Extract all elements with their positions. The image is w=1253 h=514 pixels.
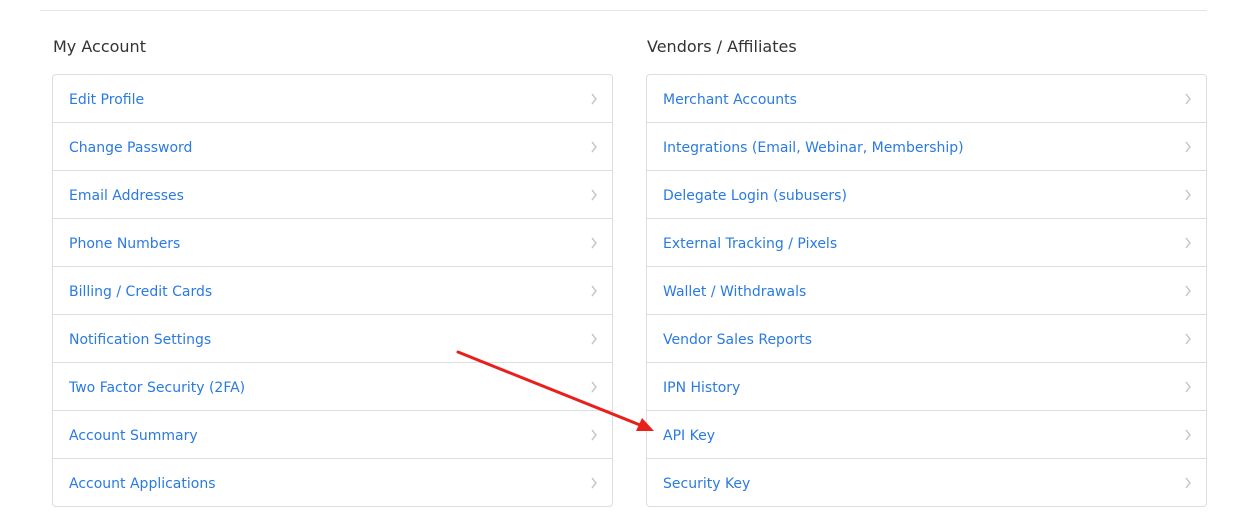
chevron-right-icon: [590, 123, 598, 170]
list-item-two-factor-security[interactable]: Two Factor Security (2FA): [53, 363, 612, 411]
list-item-account-summary[interactable]: Account Summary: [53, 411, 612, 459]
chevron-right-icon: [590, 459, 598, 506]
chevron-right-icon: [590, 363, 598, 410]
account-summary-link[interactable]: Account Summary: [69, 428, 198, 444]
ipn-history-link[interactable]: IPN History: [663, 380, 740, 396]
edit-profile-link[interactable]: Edit Profile: [69, 92, 144, 108]
chevron-right-icon: [1184, 411, 1192, 458]
list-item-email-addresses[interactable]: Email Addresses: [53, 171, 612, 219]
chevron-right-icon: [1184, 123, 1192, 170]
list-item-api-key[interactable]: API Key: [647, 411, 1206, 459]
billing-credit-cards-link[interactable]: Billing / Credit Cards: [69, 284, 212, 300]
chevron-right-icon: [590, 315, 598, 362]
vendors-affiliates-heading: Vendors / Affiliates: [647, 37, 797, 56]
list-item-wallet-withdrawals[interactable]: Wallet / Withdrawals: [647, 267, 1206, 315]
list-item-external-tracking[interactable]: External Tracking / Pixels: [647, 219, 1206, 267]
chevron-right-icon: [1184, 363, 1192, 410]
list-item-vendor-sales-reports[interactable]: Vendor Sales Reports: [647, 315, 1206, 363]
security-key-link[interactable]: Security Key: [663, 476, 750, 492]
list-item-security-key[interactable]: Security Key: [647, 459, 1206, 506]
notification-settings-link[interactable]: Notification Settings: [69, 332, 211, 348]
chevron-right-icon: [590, 219, 598, 266]
list-item-change-password[interactable]: Change Password: [53, 123, 612, 171]
account-settings-page: My Account Edit Profile Change Password …: [0, 0, 1253, 514]
chevron-right-icon: [1184, 171, 1192, 218]
chevron-right-icon: [1184, 315, 1192, 362]
list-item-notification-settings[interactable]: Notification Settings: [53, 315, 612, 363]
api-key-link[interactable]: API Key: [663, 428, 715, 444]
chevron-right-icon: [1184, 219, 1192, 266]
email-addresses-link[interactable]: Email Addresses: [69, 188, 184, 204]
vendor-sales-reports-link[interactable]: Vendor Sales Reports: [663, 332, 812, 348]
wallet-withdrawals-link[interactable]: Wallet / Withdrawals: [663, 284, 806, 300]
change-password-link[interactable]: Change Password: [69, 140, 192, 156]
list-item-edit-profile[interactable]: Edit Profile: [53, 75, 612, 123]
my-account-heading: My Account: [53, 37, 146, 56]
integrations-link[interactable]: Integrations (Email, Webinar, Membership…: [663, 140, 964, 156]
list-item-ipn-history[interactable]: IPN History: [647, 363, 1206, 411]
chevron-right-icon: [590, 411, 598, 458]
my-account-section: My Account Edit Profile Change Password …: [52, 36, 613, 507]
phone-numbers-link[interactable]: Phone Numbers: [69, 236, 180, 252]
two-factor-security-link[interactable]: Two Factor Security (2FA): [69, 380, 245, 396]
list-item-delegate-login[interactable]: Delegate Login (subusers): [647, 171, 1206, 219]
list-item-integrations[interactable]: Integrations (Email, Webinar, Membership…: [647, 123, 1206, 171]
list-item-billing-credit-cards[interactable]: Billing / Credit Cards: [53, 267, 612, 315]
account-applications-link[interactable]: Account Applications: [69, 476, 216, 492]
delegate-login-link[interactable]: Delegate Login (subusers): [663, 188, 847, 204]
chevron-right-icon: [1184, 75, 1192, 122]
chevron-right-icon: [1184, 267, 1192, 314]
external-tracking-link[interactable]: External Tracking / Pixels: [663, 236, 837, 252]
vendors-affiliates-list: Merchant Accounts Integrations (Email, W…: [646, 74, 1207, 507]
chevron-right-icon: [590, 75, 598, 122]
list-item-account-applications[interactable]: Account Applications: [53, 459, 612, 506]
list-item-phone-numbers[interactable]: Phone Numbers: [53, 219, 612, 267]
chevron-right-icon: [1184, 459, 1192, 506]
merchant-accounts-link[interactable]: Merchant Accounts: [663, 92, 797, 108]
list-item-merchant-accounts[interactable]: Merchant Accounts: [647, 75, 1206, 123]
my-account-list: Edit Profile Change Password Email Addre…: [52, 74, 613, 507]
top-divider: [40, 10, 1207, 11]
vendors-affiliates-section: Vendors / Affiliates Merchant Accounts I…: [646, 36, 1207, 507]
chevron-right-icon: [590, 171, 598, 218]
chevron-right-icon: [590, 267, 598, 314]
